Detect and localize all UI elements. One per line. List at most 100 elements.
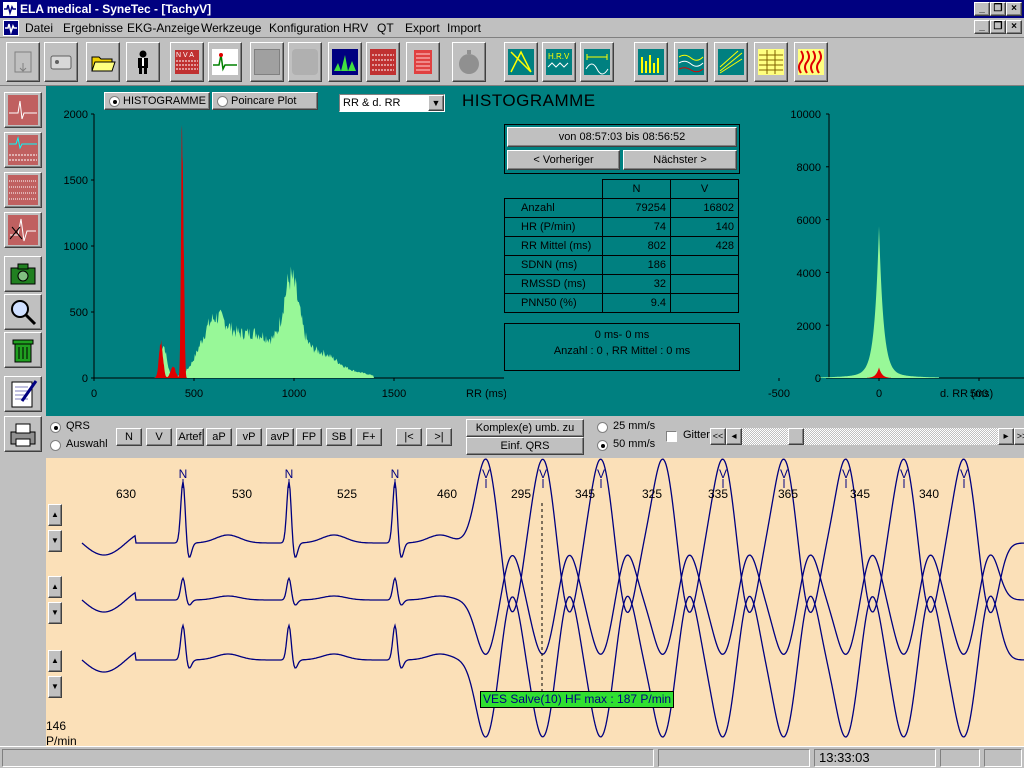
menu-export[interactable]: Export	[405, 21, 440, 35]
ecg-scrollbar-thumb[interactable]	[788, 428, 804, 445]
insert-qrs-button[interactable]: Einf. QRS	[466, 437, 584, 455]
beat-avp-button[interactable]: avP	[266, 428, 294, 446]
blank-tool-button-1[interactable]	[250, 42, 284, 82]
notepad-pen-icon	[11, 380, 38, 408]
range-display[interactable]: von 08:57:03 bis 08:56:52	[507, 127, 737, 147]
menu-qt[interactable]: QT	[377, 21, 394, 35]
lead3-gain-up-button[interactable]: ▲	[48, 650, 62, 672]
trend-table-button[interactable]	[366, 42, 400, 82]
doc-close-button[interactable]: ×	[1006, 20, 1022, 34]
scroll-forward-button[interactable]: ▸	[998, 428, 1014, 445]
document-icon[interactable]	[3, 20, 19, 36]
lead3-gain-down-button[interactable]: ▼	[48, 676, 62, 698]
doc-restore-button[interactable]: ❐	[990, 20, 1006, 34]
app-icon[interactable]	[2, 1, 18, 17]
full-disclosure-button[interactable]	[794, 42, 828, 82]
menu-datei[interactable]: Datei	[25, 21, 53, 35]
lead1-gain-down-button[interactable]: ▼	[48, 530, 62, 552]
rr-interval-label: 325	[642, 487, 662, 501]
beat-markers: NNNVVVVVVVV	[179, 467, 968, 488]
stopwatch-button[interactable]	[452, 42, 486, 82]
histogram-tool-button[interactable]	[328, 42, 362, 82]
camera-button[interactable]	[4, 256, 42, 292]
ecg-lead-3	[81, 595, 1024, 738]
flash-card-button[interactable]	[6, 42, 40, 82]
rr-xtick-0: 0	[91, 388, 97, 400]
notes-button[interactable]	[4, 376, 42, 412]
scroll-back-button[interactable]: ◂	[726, 428, 742, 445]
scatter-trend-button[interactable]	[714, 42, 748, 82]
grid-table-button[interactable]	[754, 42, 788, 82]
blank-tool-button-2[interactable]	[288, 42, 322, 82]
beat-n-button[interactable]: N	[116, 428, 142, 446]
lead2-gain-up-button[interactable]: ▲	[48, 576, 62, 598]
menu-ekg-anzeige[interactable]: EKG-Anzeige	[127, 21, 200, 35]
ecg-scrollbar-track[interactable]	[742, 428, 998, 445]
hrv-button[interactable]: H.R.V	[542, 42, 576, 82]
print-button[interactable]	[4, 416, 42, 452]
beat-ap-button[interactable]: aP	[206, 428, 232, 446]
interval-button[interactable]	[580, 42, 614, 82]
scroll-fast-forward-button[interactable]: >>	[1014, 428, 1024, 445]
patient-button[interactable]	[126, 42, 160, 82]
beat-sb-button[interactable]: SB	[326, 428, 352, 446]
printer-icon	[10, 423, 36, 447]
delete-button[interactable]	[4, 332, 42, 368]
minimize-button[interactable]: _	[974, 2, 990, 16]
menu-ergebnisse[interactable]: Ergebnisse	[63, 21, 123, 35]
next-button[interactable]: Nächster >	[623, 150, 737, 170]
open-folder-button[interactable]	[86, 42, 120, 82]
ecg-view-button[interactable]	[4, 92, 42, 128]
beat-fp-button[interactable]: FP	[296, 428, 322, 446]
qt-bars-button[interactable]	[634, 42, 668, 82]
first-beat-button[interactable]: |<	[396, 428, 422, 446]
drr-ytick-8000: 8000	[797, 162, 821, 174]
event-annotation-label[interactable]: VES Salve(10) HF max : 187 P/min	[480, 691, 675, 708]
superimposition-button[interactable]	[4, 212, 42, 248]
zoom-button[interactable]	[4, 294, 42, 330]
beat-vp-button[interactable]: vP	[236, 428, 262, 446]
qrs-radio[interactable]	[50, 422, 61, 433]
rr-interval-label: 345	[850, 487, 870, 501]
menu-konfiguration[interactable]: Konfiguration	[269, 21, 340, 35]
restore-button[interactable]: ❐	[990, 2, 1006, 16]
st-trend-button[interactable]	[674, 42, 708, 82]
auswahl-radio[interactable]	[50, 440, 61, 451]
rr-interval-label: 295	[511, 487, 531, 501]
title-bar: ELA medical - SyneTec - [TachyV] _ ❐ ×	[0, 0, 1024, 18]
beat-label: V	[719, 467, 727, 481]
ecg-trace-area[interactable]: N N N V V V V V V V V 630 530 525 460 295 345 325 335 365 3…	[46, 458, 1024, 746]
menu-werkzeuge[interactable]: Werkzeuge	[201, 21, 261, 35]
speed-50-radio[interactable]	[597, 440, 608, 451]
speed-25-radio[interactable]	[597, 422, 608, 433]
report-icon	[414, 50, 432, 74]
menu-import[interactable]: Import	[447, 21, 481, 35]
close-button[interactable]: ×	[1006, 2, 1022, 16]
beat-artef-button[interactable]: Artef	[176, 428, 204, 446]
lead1-gain-up-button[interactable]: ▲	[48, 504, 62, 526]
scroll-fast-back-button[interactable]: <<	[710, 428, 726, 445]
beat-fplus-button[interactable]: F+	[356, 428, 382, 446]
doc-minimize-button[interactable]: _	[974, 20, 990, 34]
recorder-button[interactable]	[44, 42, 78, 82]
lead2-gain-down-button[interactable]: ▼	[48, 602, 62, 624]
beat-label: V	[960, 467, 968, 481]
gitter-checkbox[interactable]	[666, 431, 677, 442]
nva-table-button[interactable]: N V A	[170, 42, 204, 82]
ecg-event-button[interactable]	[208, 42, 242, 82]
beat-label: V	[482, 467, 490, 481]
last-beat-button[interactable]: >|	[426, 428, 452, 446]
relabel-complex-button[interactable]: Komplex(e) umb. zu	[466, 419, 584, 437]
menu-hrv[interactable]: HRV	[343, 21, 368, 35]
row-value-n: 186	[602, 255, 671, 275]
compressed-ecg-button[interactable]	[4, 172, 42, 208]
beat-v-button[interactable]: V	[146, 428, 172, 446]
report-button[interactable]	[406, 42, 440, 82]
speed-50-label: 50 mm/s	[613, 438, 656, 450]
multi-ecg-button[interactable]	[4, 132, 42, 168]
rr-ytick-500: 500	[70, 307, 88, 319]
previous-button[interactable]: < Vorheriger	[507, 150, 620, 170]
beat-label: V	[842, 467, 850, 481]
trend-table-icon	[370, 49, 396, 75]
compass-tool-button[interactable]	[504, 42, 538, 82]
